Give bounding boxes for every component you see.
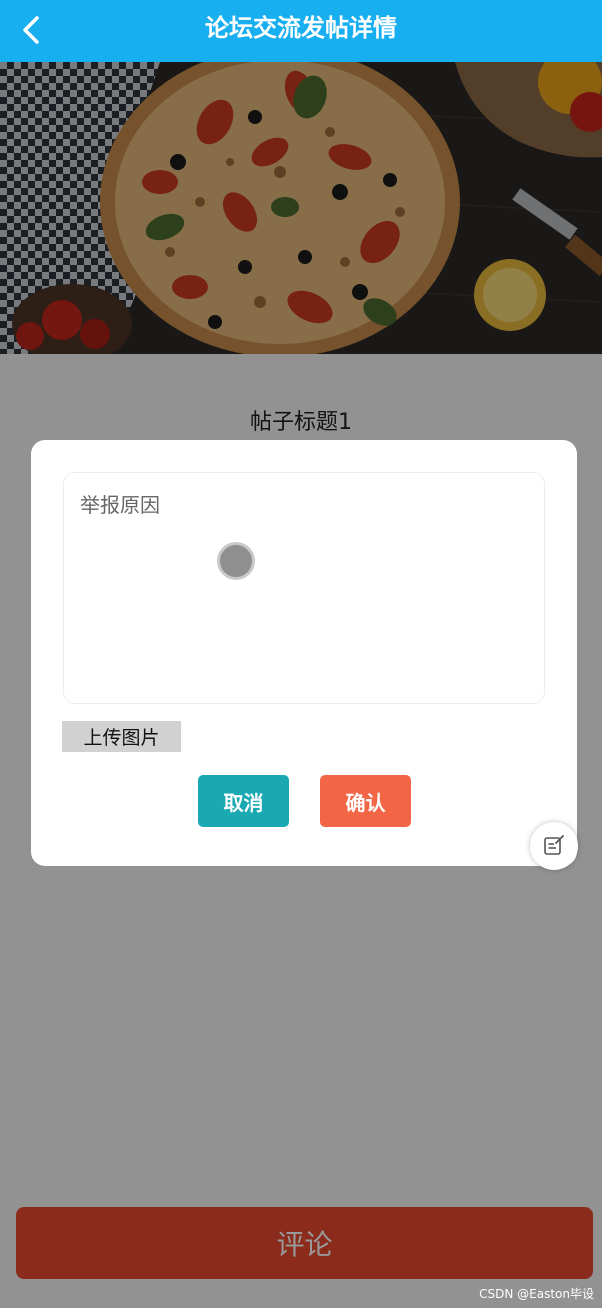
report-reason-input[interactable] bbox=[63, 472, 545, 704]
cancel-button[interactable]: 取消 bbox=[198, 775, 289, 827]
report-dialog: 上传图片 取消 确认 bbox=[31, 440, 577, 866]
confirm-button[interactable]: 确认 bbox=[320, 775, 411, 827]
upload-image-button[interactable]: 上传图片 bbox=[62, 721, 181, 752]
page-title: 论坛交流发帖详情 bbox=[205, 14, 397, 42]
edit-note-icon bbox=[544, 835, 564, 855]
edit-float-button[interactable] bbox=[530, 822, 578, 870]
app-header: 论坛交流发帖详情 bbox=[0, 0, 602, 62]
watermark: CSDN @Easton毕设 bbox=[479, 1287, 594, 1301]
